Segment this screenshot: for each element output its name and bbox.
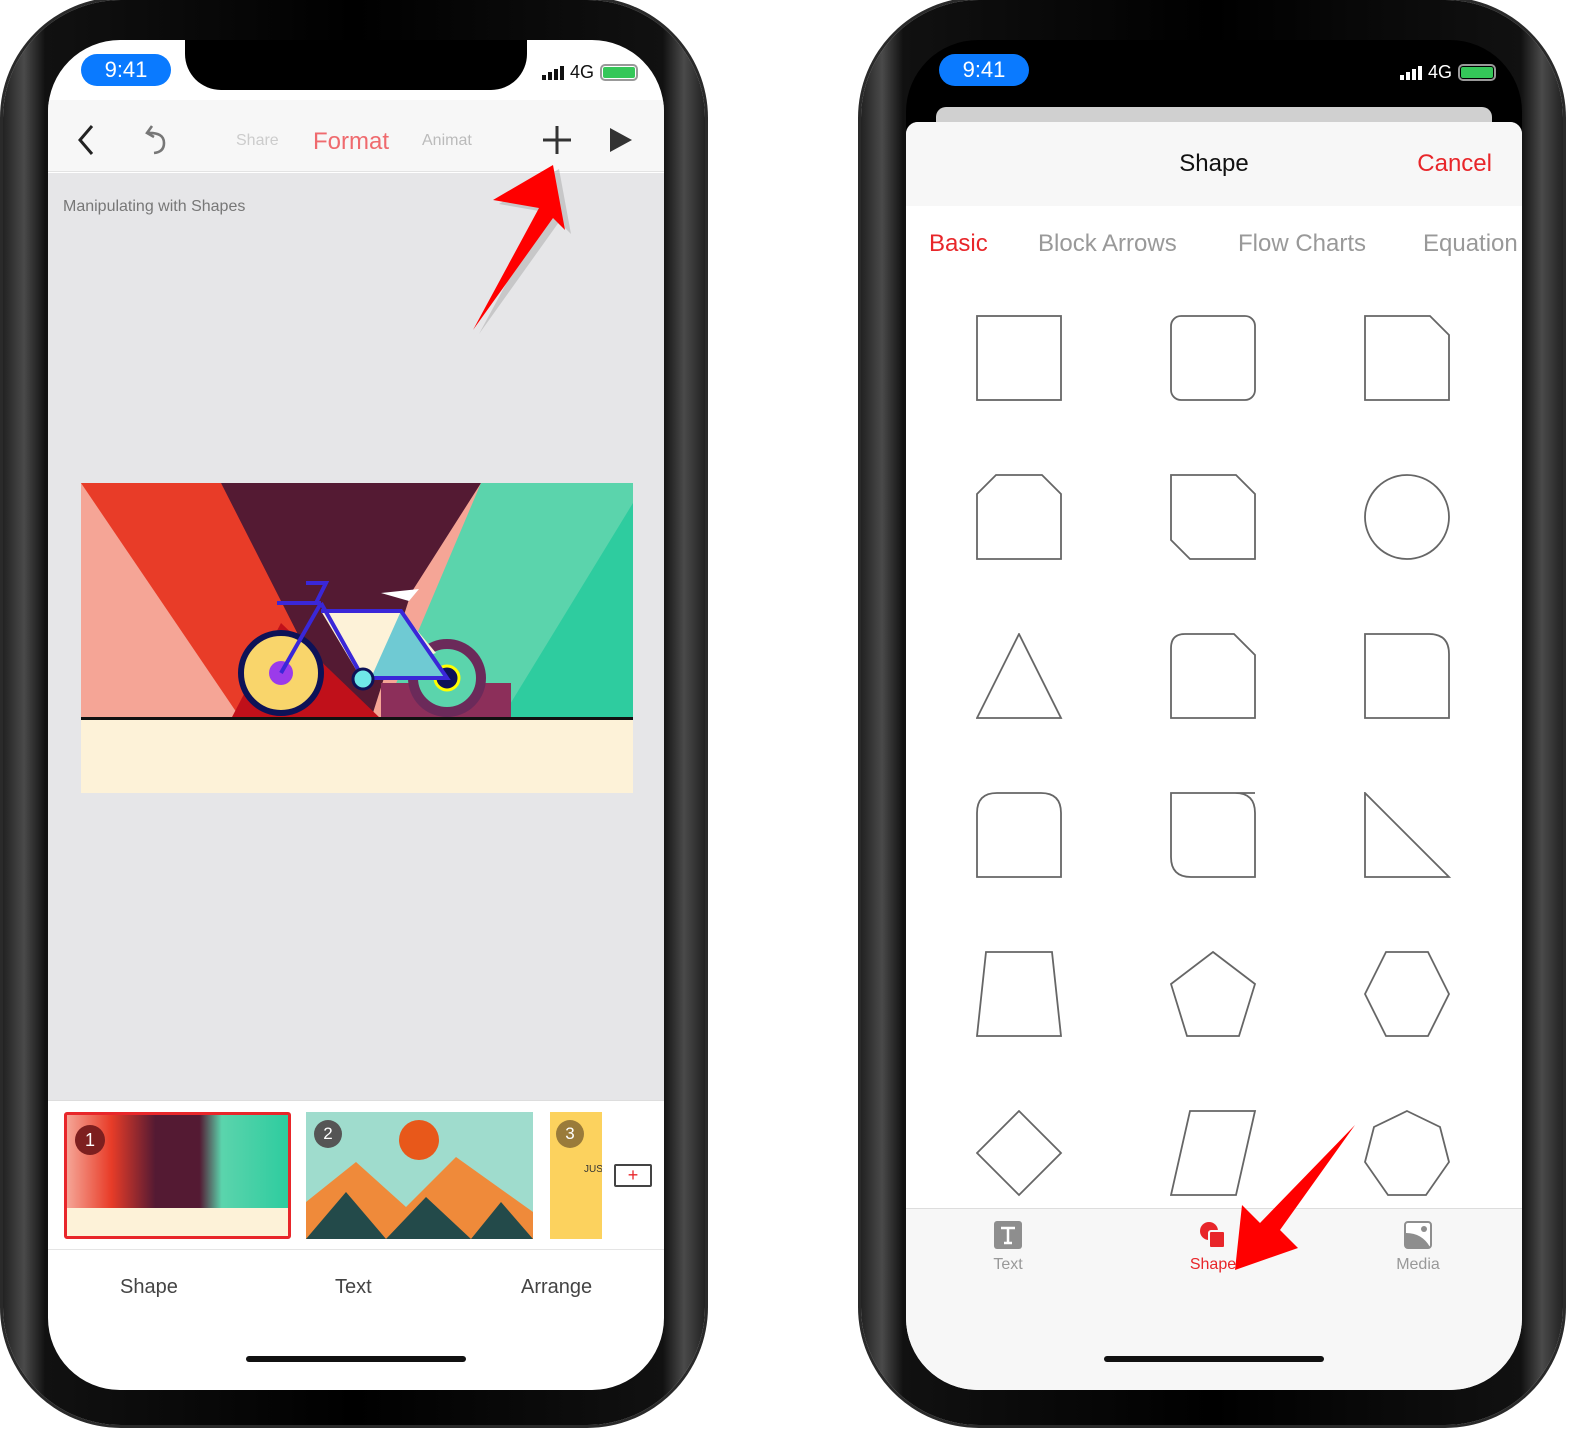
category-equation[interactable]: Equation — [1423, 230, 1518, 258]
arrange-button[interactable]: Arrange — [521, 1276, 592, 1299]
text-icon — [994, 1221, 1022, 1249]
tab-media-label: Media — [1396, 1256, 1440, 1273]
right-phone: 9:41 4G Shape Cancel Basic Block Arrows … — [861, 0, 1563, 1425]
play-icon[interactable] — [608, 126, 634, 154]
shape-rounded-rectangle[interactable] — [1170, 315, 1258, 403]
text-button[interactable]: Text — [335, 1276, 372, 1299]
home-indicator — [1104, 1356, 1324, 1362]
chevron-left-icon[interactable] — [76, 124, 96, 156]
home-indicator — [246, 1356, 466, 1362]
undo-icon[interactable] — [144, 124, 168, 156]
shape-snip-and-round-corner[interactable] — [1170, 633, 1258, 721]
slide-number: 1 — [75, 1125, 105, 1155]
shape-diamond[interactable] — [976, 1110, 1064, 1198]
shape-right-triangle[interactable] — [1364, 792, 1452, 880]
media-icon — [1404, 1221, 1432, 1249]
slide-thumbnail-2[interactable]: 2 — [306, 1112, 533, 1239]
shape-rectangle[interactable] — [976, 315, 1064, 403]
shape-trapezoid[interactable] — [976, 951, 1064, 1039]
network-label: 4G — [569, 62, 594, 82]
slide-thumbnail-1[interactable]: 1 — [64, 1112, 291, 1239]
cancel-button[interactable]: Cancel — [1417, 150, 1492, 178]
tab-animate[interactable]: Animat — [422, 132, 472, 150]
status-time: 9:41 — [81, 54, 171, 86]
slide-number: 2 — [314, 1120, 342, 1148]
shape-round-same-side-corners[interactable] — [976, 792, 1064, 880]
shape-button[interactable]: Shape — [120, 1276, 178, 1299]
shape-snip-diagonal-corners[interactable] — [1170, 474, 1258, 562]
battery-icon — [600, 64, 638, 81]
status-time: 9:41 — [939, 54, 1029, 86]
left-phone: 9:41 4G Share Format Animat Manipulating… — [3, 0, 705, 1425]
shape-round-diagonal-corners[interactable] — [1170, 792, 1258, 880]
plus-icon[interactable] — [541, 124, 573, 156]
battery-icon — [1458, 64, 1496, 81]
category-block-arrows[interactable]: Block Arrows — [1038, 230, 1177, 258]
shape-snip-single-corner[interactable] — [1364, 315, 1452, 403]
annotation-arrow-plus — [473, 165, 571, 334]
shape-round-single-corner[interactable] — [1364, 633, 1452, 721]
annotation-arrow-shape — [1235, 1125, 1355, 1270]
slide-bicycle-illustration[interactable] — [81, 483, 633, 793]
category-flow-charts[interactable]: Flow Charts — [1238, 230, 1366, 258]
shape-pentagon[interactable] — [1170, 951, 1258, 1039]
shape-icon — [1200, 1222, 1226, 1249]
status-icons: 4G — [1399, 62, 1496, 83]
shape-snip-same-side-corners[interactable] — [976, 474, 1064, 562]
shape-heptagon[interactable] — [1364, 1110, 1452, 1198]
category-basic[interactable]: Basic — [929, 230, 988, 258]
add-slide-button[interactable]: + — [614, 1164, 652, 1187]
insert-tab-bar: Text Shape Media — [906, 1208, 1522, 1390]
notch — [185, 40, 527, 90]
shape-sheet: Shape Cancel Basic Block Arrows Flow Cha… — [906, 122, 1522, 1390]
tab-share[interactable]: Share — [236, 132, 279, 150]
signal-icon — [1399, 65, 1422, 80]
tab-format[interactable]: Format — [313, 128, 389, 156]
slide-thumbnail-3[interactable]: 3 JUS — [550, 1112, 602, 1239]
document-title: Manipulating with Shapes — [63, 198, 246, 215]
category-tabs: Basic Block Arrows Flow Charts Equation — [906, 206, 1522, 276]
tab-media[interactable]: Media — [1378, 1221, 1458, 1274]
slide-number: 3 — [556, 1120, 584, 1148]
network-label: 4G — [1427, 62, 1452, 82]
tab-text[interactable]: Text — [968, 1221, 1048, 1274]
signal-icon — [541, 65, 564, 80]
tab-text-label: Text — [993, 1256, 1023, 1273]
shape-hexagon[interactable] — [1364, 951, 1452, 1039]
slide-text: JUS — [584, 1164, 602, 1175]
status-icons: 4G — [541, 62, 638, 83]
slide-strip: 1 2 3 JUS + — [48, 1100, 664, 1250]
shape-isosceles-triangle[interactable] — [976, 633, 1064, 721]
right-screen: 9:41 4G Shape Cancel Basic Block Arrows … — [906, 40, 1522, 1390]
sheet-header: Shape Cancel — [906, 122, 1522, 206]
shape-oval[interactable] — [1364, 474, 1452, 562]
